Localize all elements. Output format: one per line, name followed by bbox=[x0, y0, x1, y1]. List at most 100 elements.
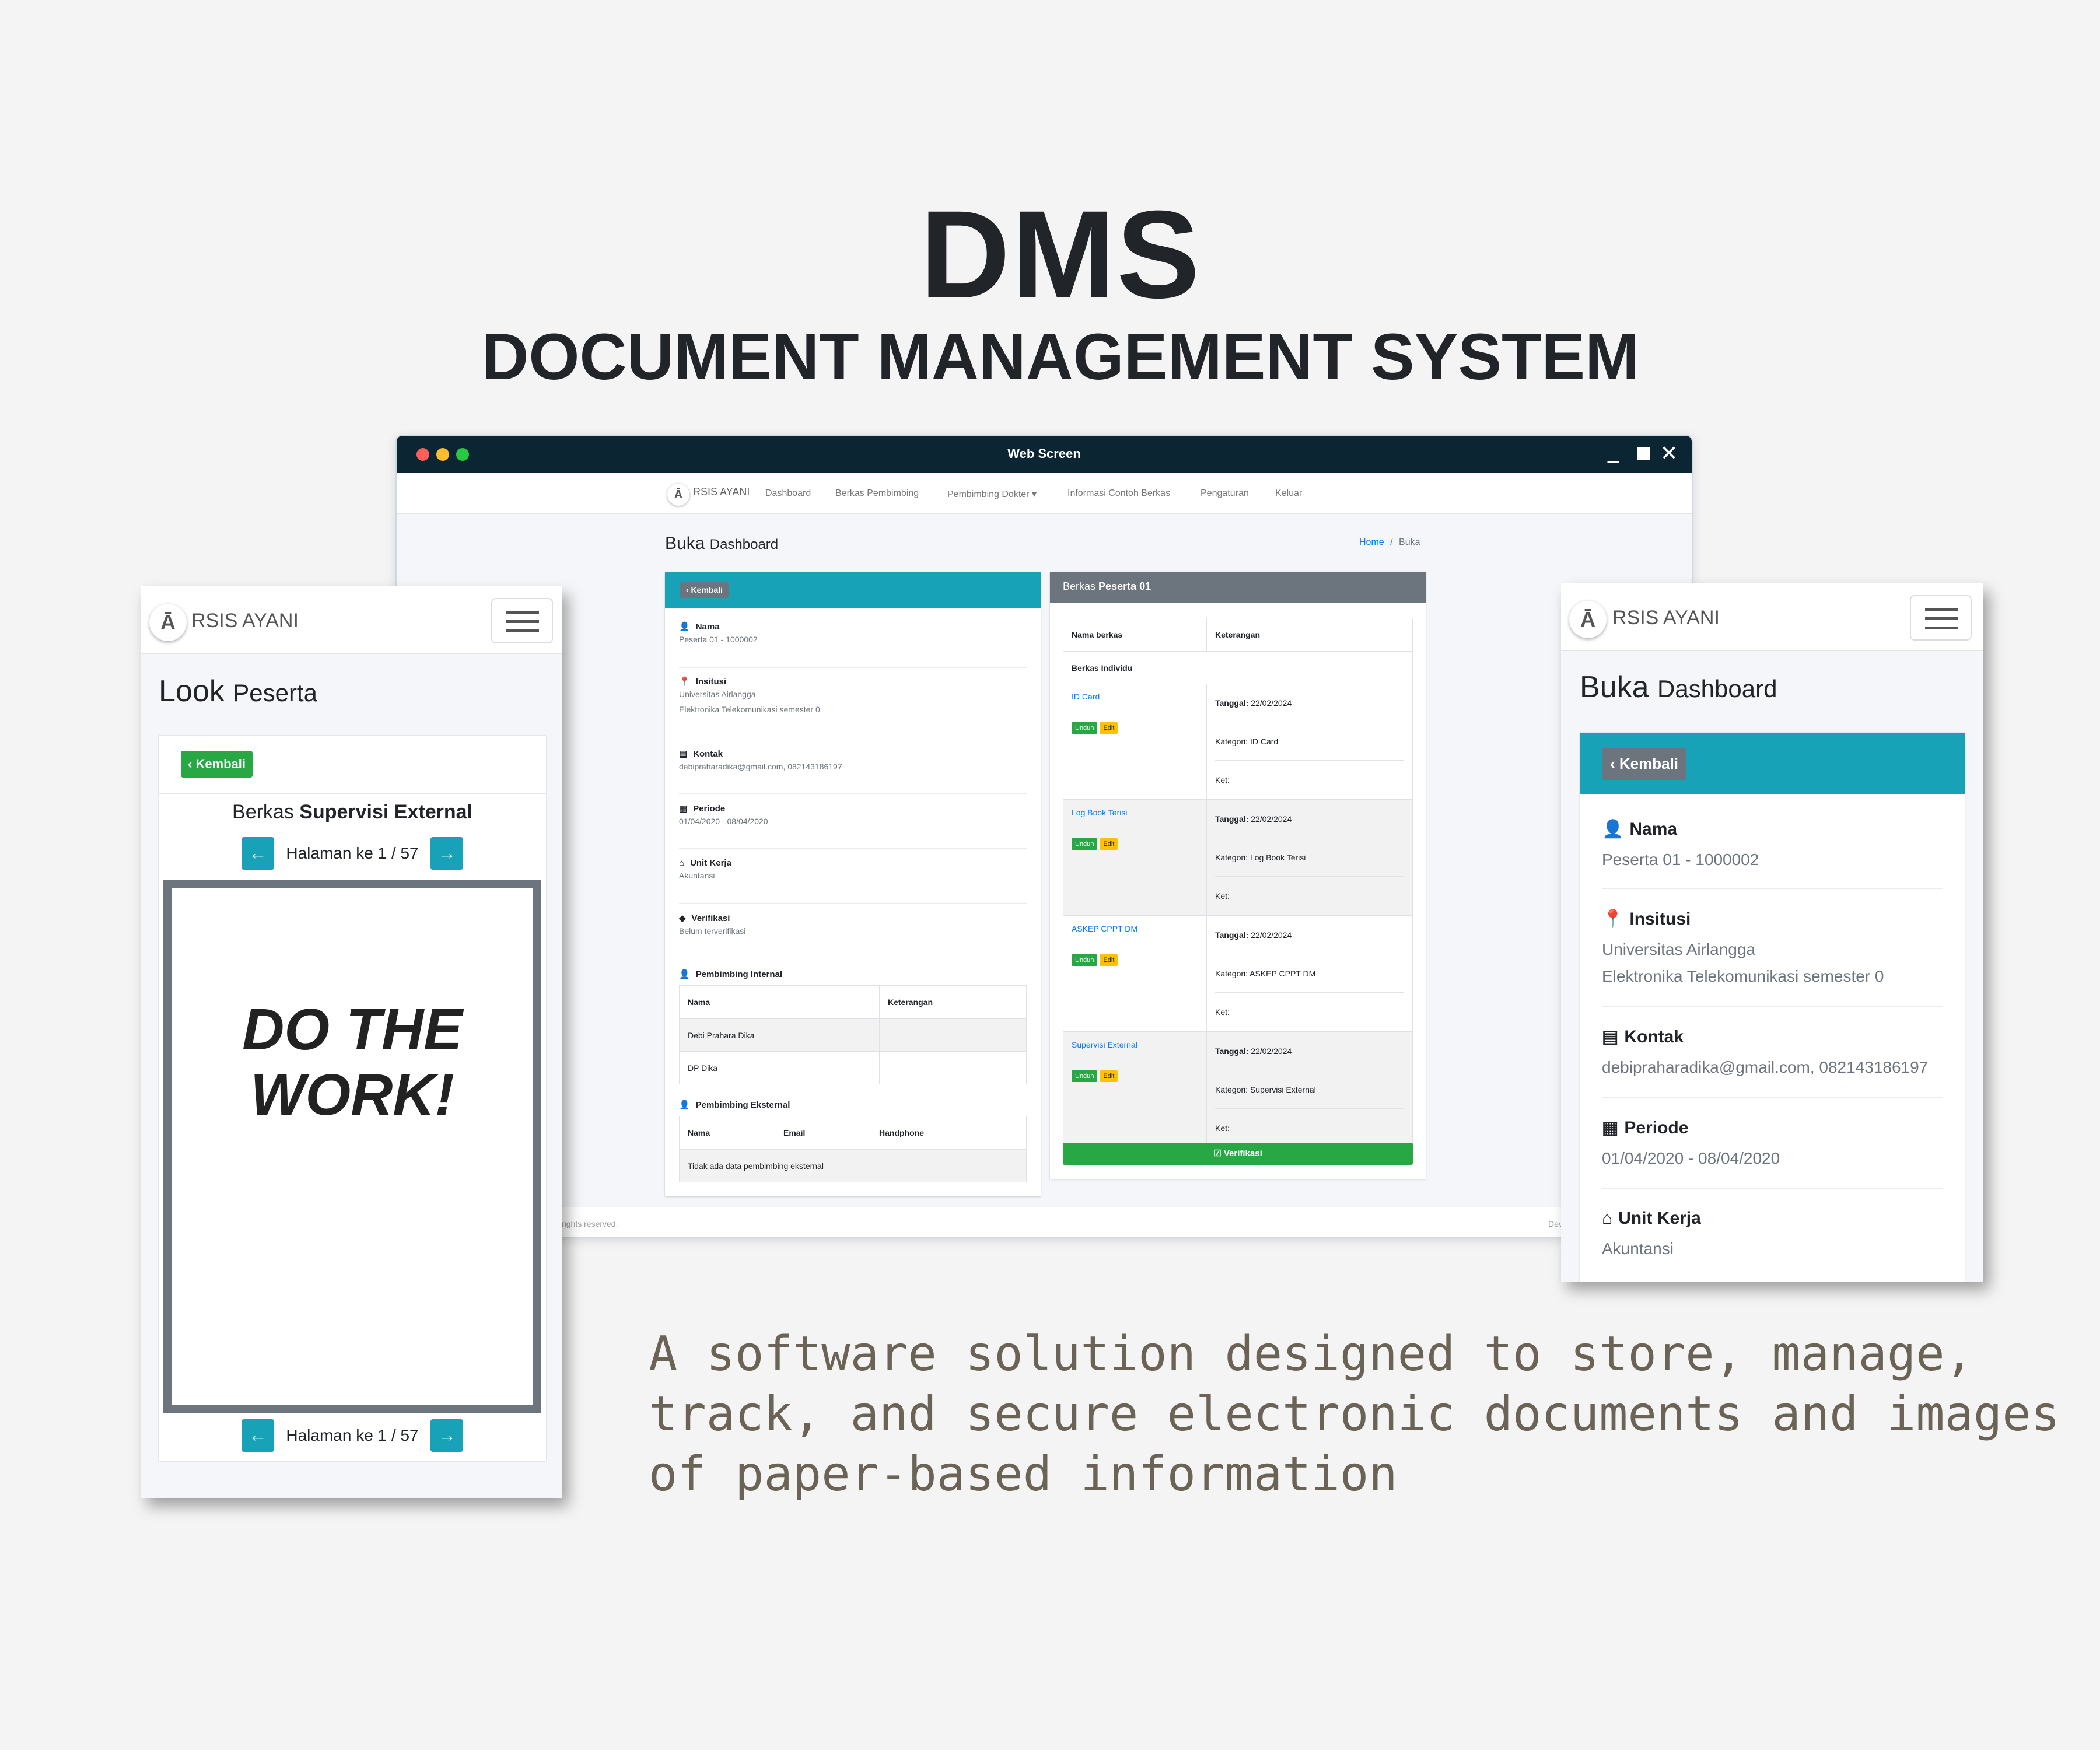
download-button[interactable]: Unduh bbox=[1072, 954, 1098, 966]
edit-button[interactable]: Edit bbox=[1100, 954, 1118, 966]
verifikasi-button[interactable]: ☑ Verifikasi bbox=[1063, 1143, 1413, 1165]
field-label: Kontak bbox=[1624, 1027, 1684, 1046]
download-button[interactable]: Unduh bbox=[1072, 1070, 1098, 1082]
breadcrumb-separator: / bbox=[1390, 537, 1393, 547]
field-label: Insitusi bbox=[1629, 909, 1691, 929]
berkas-name-cell: ASKEP CPPT DM Unduh Edit bbox=[1063, 916, 1207, 1031]
prev-page-button[interactable]: ← bbox=[241, 1419, 274, 1452]
tanggal-label: Tanggal: bbox=[1215, 698, 1249, 708]
hamburger-menu-button[interactable] bbox=[1910, 595, 1972, 640]
breadcrumb-current: Buka bbox=[1399, 537, 1420, 547]
pager-top: ← Halaman ke 1 / 57 → bbox=[159, 837, 546, 870]
page-title: Buka Dashboard bbox=[665, 534, 778, 554]
edit-button[interactable]: Edit bbox=[1100, 838, 1118, 850]
page-title-main: Buka bbox=[1580, 670, 1649, 704]
field-value-2: Elektronika Telekomunikasi semester 0 bbox=[679, 705, 820, 714]
page-title-small: Peserta bbox=[233, 679, 317, 706]
brand-logo-icon[interactable]: Ā bbox=[149, 604, 187, 641]
address-card-icon: ▤ bbox=[1602, 1027, 1619, 1046]
nav-informasi-contoh-berkas[interactable]: Informasi Contoh Berkas bbox=[1068, 488, 1170, 499]
berkas-file-link[interactable]: ASKEP CPPT DM bbox=[1072, 924, 1198, 933]
profile-card: ‹ Kembali 👤 Nama Peserta 01 - 1000002 📍 In… bbox=[1580, 733, 1965, 1282]
document-title-name: Supervisi External bbox=[299, 801, 473, 823]
page-indicator: Halaman ke 1 / 57 bbox=[286, 1426, 419, 1444]
brand-logo-icon[interactable]: Ā bbox=[667, 484, 690, 506]
col-header-nama: Nama bbox=[688, 998, 710, 1007]
internal-table: Nama Keterangan Debi Prahara Dika DP Dik… bbox=[679, 985, 1027, 1084]
top-navbar: Ā RSIS AYANI Dashboard Berkas Pembimbing… bbox=[397, 473, 1692, 514]
tanggal-label: Tanggal: bbox=[1215, 814, 1249, 824]
berkas-row: Supervisi External Unduh Edit Tanggal: 22/0… bbox=[1063, 1031, 1412, 1147]
content-area: Buka Dashboard Home / Buka ‹ Kembali 👤 Na… bbox=[397, 514, 1692, 1237]
hero-title: DMS bbox=[920, 185, 1201, 324]
hamburger-menu-button[interactable] bbox=[491, 598, 553, 643]
brand-logo-icon[interactable]: Ā bbox=[1569, 601, 1606, 638]
edit-button[interactable]: Edit bbox=[1100, 1070, 1118, 1082]
nav-dashboard[interactable]: Dashboard bbox=[765, 488, 811, 499]
breadcrumb: Home / Buka bbox=[1359, 537, 1420, 548]
field-value: Peserta 01 - 1000002 bbox=[679, 635, 758, 644]
window-titlebar: Web Screen _ ✕ bbox=[397, 436, 1692, 473]
next-page-button[interactable]: → bbox=[430, 837, 464, 870]
berkas-kategori: ID Card bbox=[1250, 737, 1279, 746]
berkas-file-link[interactable]: Supervisi External bbox=[1072, 1040, 1198, 1049]
brand-name[interactable]: RSIS AYANI bbox=[693, 486, 750, 498]
field-nama: 👤 Nama Peserta 01 - 1000002 bbox=[1602, 819, 1943, 889]
back-button[interactable]: ‹ Kembali bbox=[1602, 748, 1687, 780]
profile-card-header: ‹ Kembali bbox=[1580, 733, 1965, 794]
pdf-viewer[interactable]: DO THE WORK! bbox=[163, 880, 541, 1413]
berkas-header-prefix: Berkas bbox=[1063, 580, 1096, 592]
field-kontak: ▤ Kontak debipraharadika@gmail.com, 08214… bbox=[1602, 1027, 1943, 1098]
brand-name[interactable]: RSIS AYANI bbox=[191, 610, 299, 632]
page-title-main: Buka bbox=[665, 534, 705, 553]
berkas-header-name: Peserta 01 bbox=[1098, 580, 1152, 592]
hamburger-icon bbox=[1925, 608, 1958, 611]
poster-text: DO THE WORK! bbox=[172, 997, 533, 1128]
col-header-keterangan: Keterangan bbox=[879, 986, 933, 1019]
close-icon[interactable]: ✕ bbox=[1660, 442, 1678, 465]
footer-copyright: rights reserved. bbox=[562, 1219, 618, 1228]
maximize-icon[interactable] bbox=[1637, 447, 1650, 460]
berkas-file-link[interactable]: ID Card bbox=[1072, 692, 1198, 701]
table-cell: Debi Prahara Dika bbox=[688, 1030, 755, 1040]
back-button[interactable]: ‹ Kembali bbox=[181, 751, 253, 778]
col-header-nama: Nama bbox=[688, 1128, 710, 1138]
minimize-icon[interactable]: _ bbox=[1608, 440, 1619, 464]
next-page-button[interactable]: → bbox=[430, 1419, 464, 1452]
home-icon: ⌂ bbox=[679, 858, 685, 868]
prev-page-button[interactable]: ← bbox=[241, 837, 274, 870]
field-value: 01/04/2020 - 08/04/2020 bbox=[679, 817, 768, 826]
berkas-info-cell: Tanggal: 22/02/2024 Kategori: ID Card Ket: bbox=[1207, 684, 1412, 799]
edit-button[interactable]: Edit bbox=[1100, 722, 1118, 734]
user-outline-icon: 👤 bbox=[679, 1100, 690, 1110]
berkas-row: Log Book Terisi Unduh Edit Tanggal: 22/02/2… bbox=[1063, 799, 1412, 915]
download-button[interactable]: Unduh bbox=[1072, 722, 1098, 734]
field-label: Periode bbox=[693, 804, 726, 814]
mobile-look-peserta: Ā RSIS AYANI Look Peserta ‹ Kembali Berk… bbox=[141, 586, 562, 1498]
pembimbing-internal-label: 👤 Pembimbing Internal bbox=[679, 969, 782, 979]
address-card-icon: ▤ bbox=[679, 749, 688, 759]
berkas-file-link[interactable]: Log Book Terisi bbox=[1072, 808, 1198, 817]
field-unit-kerja: ⌂ Unit Kerja Akuntansi bbox=[1602, 1209, 1943, 1280]
breadcrumb-home[interactable]: Home bbox=[1359, 537, 1384, 547]
hamburger-icon bbox=[506, 611, 539, 614]
document-title-prefix: Berkas bbox=[232, 801, 294, 823]
field-label: Kontak bbox=[693, 749, 723, 759]
download-button[interactable]: Unduh bbox=[1072, 838, 1098, 850]
table-cell: DP Dika bbox=[688, 1063, 718, 1073]
field-value: Akuntansi bbox=[1602, 1240, 1674, 1258]
nav-pengaturan[interactable]: Pengaturan bbox=[1200, 488, 1249, 499]
nav-keluar[interactable]: Keluar bbox=[1275, 488, 1302, 499]
field-value: 01/04/2020 - 08/04/2020 bbox=[1602, 1149, 1780, 1167]
field-value: Universitas Airlangga bbox=[1602, 940, 1756, 958]
brand-name[interactable]: RSIS AYANI bbox=[1612, 607, 1720, 629]
back-button[interactable]: ‹ Kembali bbox=[680, 582, 729, 598]
external-table: Nama Email Handphone Tidak ada data pemb… bbox=[679, 1116, 1027, 1182]
nav-berkas-pembimbing[interactable]: Berkas Pembimbing bbox=[835, 488, 919, 499]
field-insitusi: 📍 Insitusi Universitas Airlangga Elektron… bbox=[1602, 909, 1943, 1007]
field-value: Akuntansi bbox=[679, 871, 715, 880]
berkas-date: 22/02/2024 bbox=[1251, 930, 1292, 940]
field-periode: ▦ Periode 01/04/2020 - 08/04/2020 bbox=[1602, 1118, 1943, 1189]
nav-pembimbing-dokter-dropdown[interactable]: Pembimbing Dokter ▾ bbox=[947, 488, 1037, 500]
col-header-handphone: Handphone bbox=[879, 1128, 924, 1138]
